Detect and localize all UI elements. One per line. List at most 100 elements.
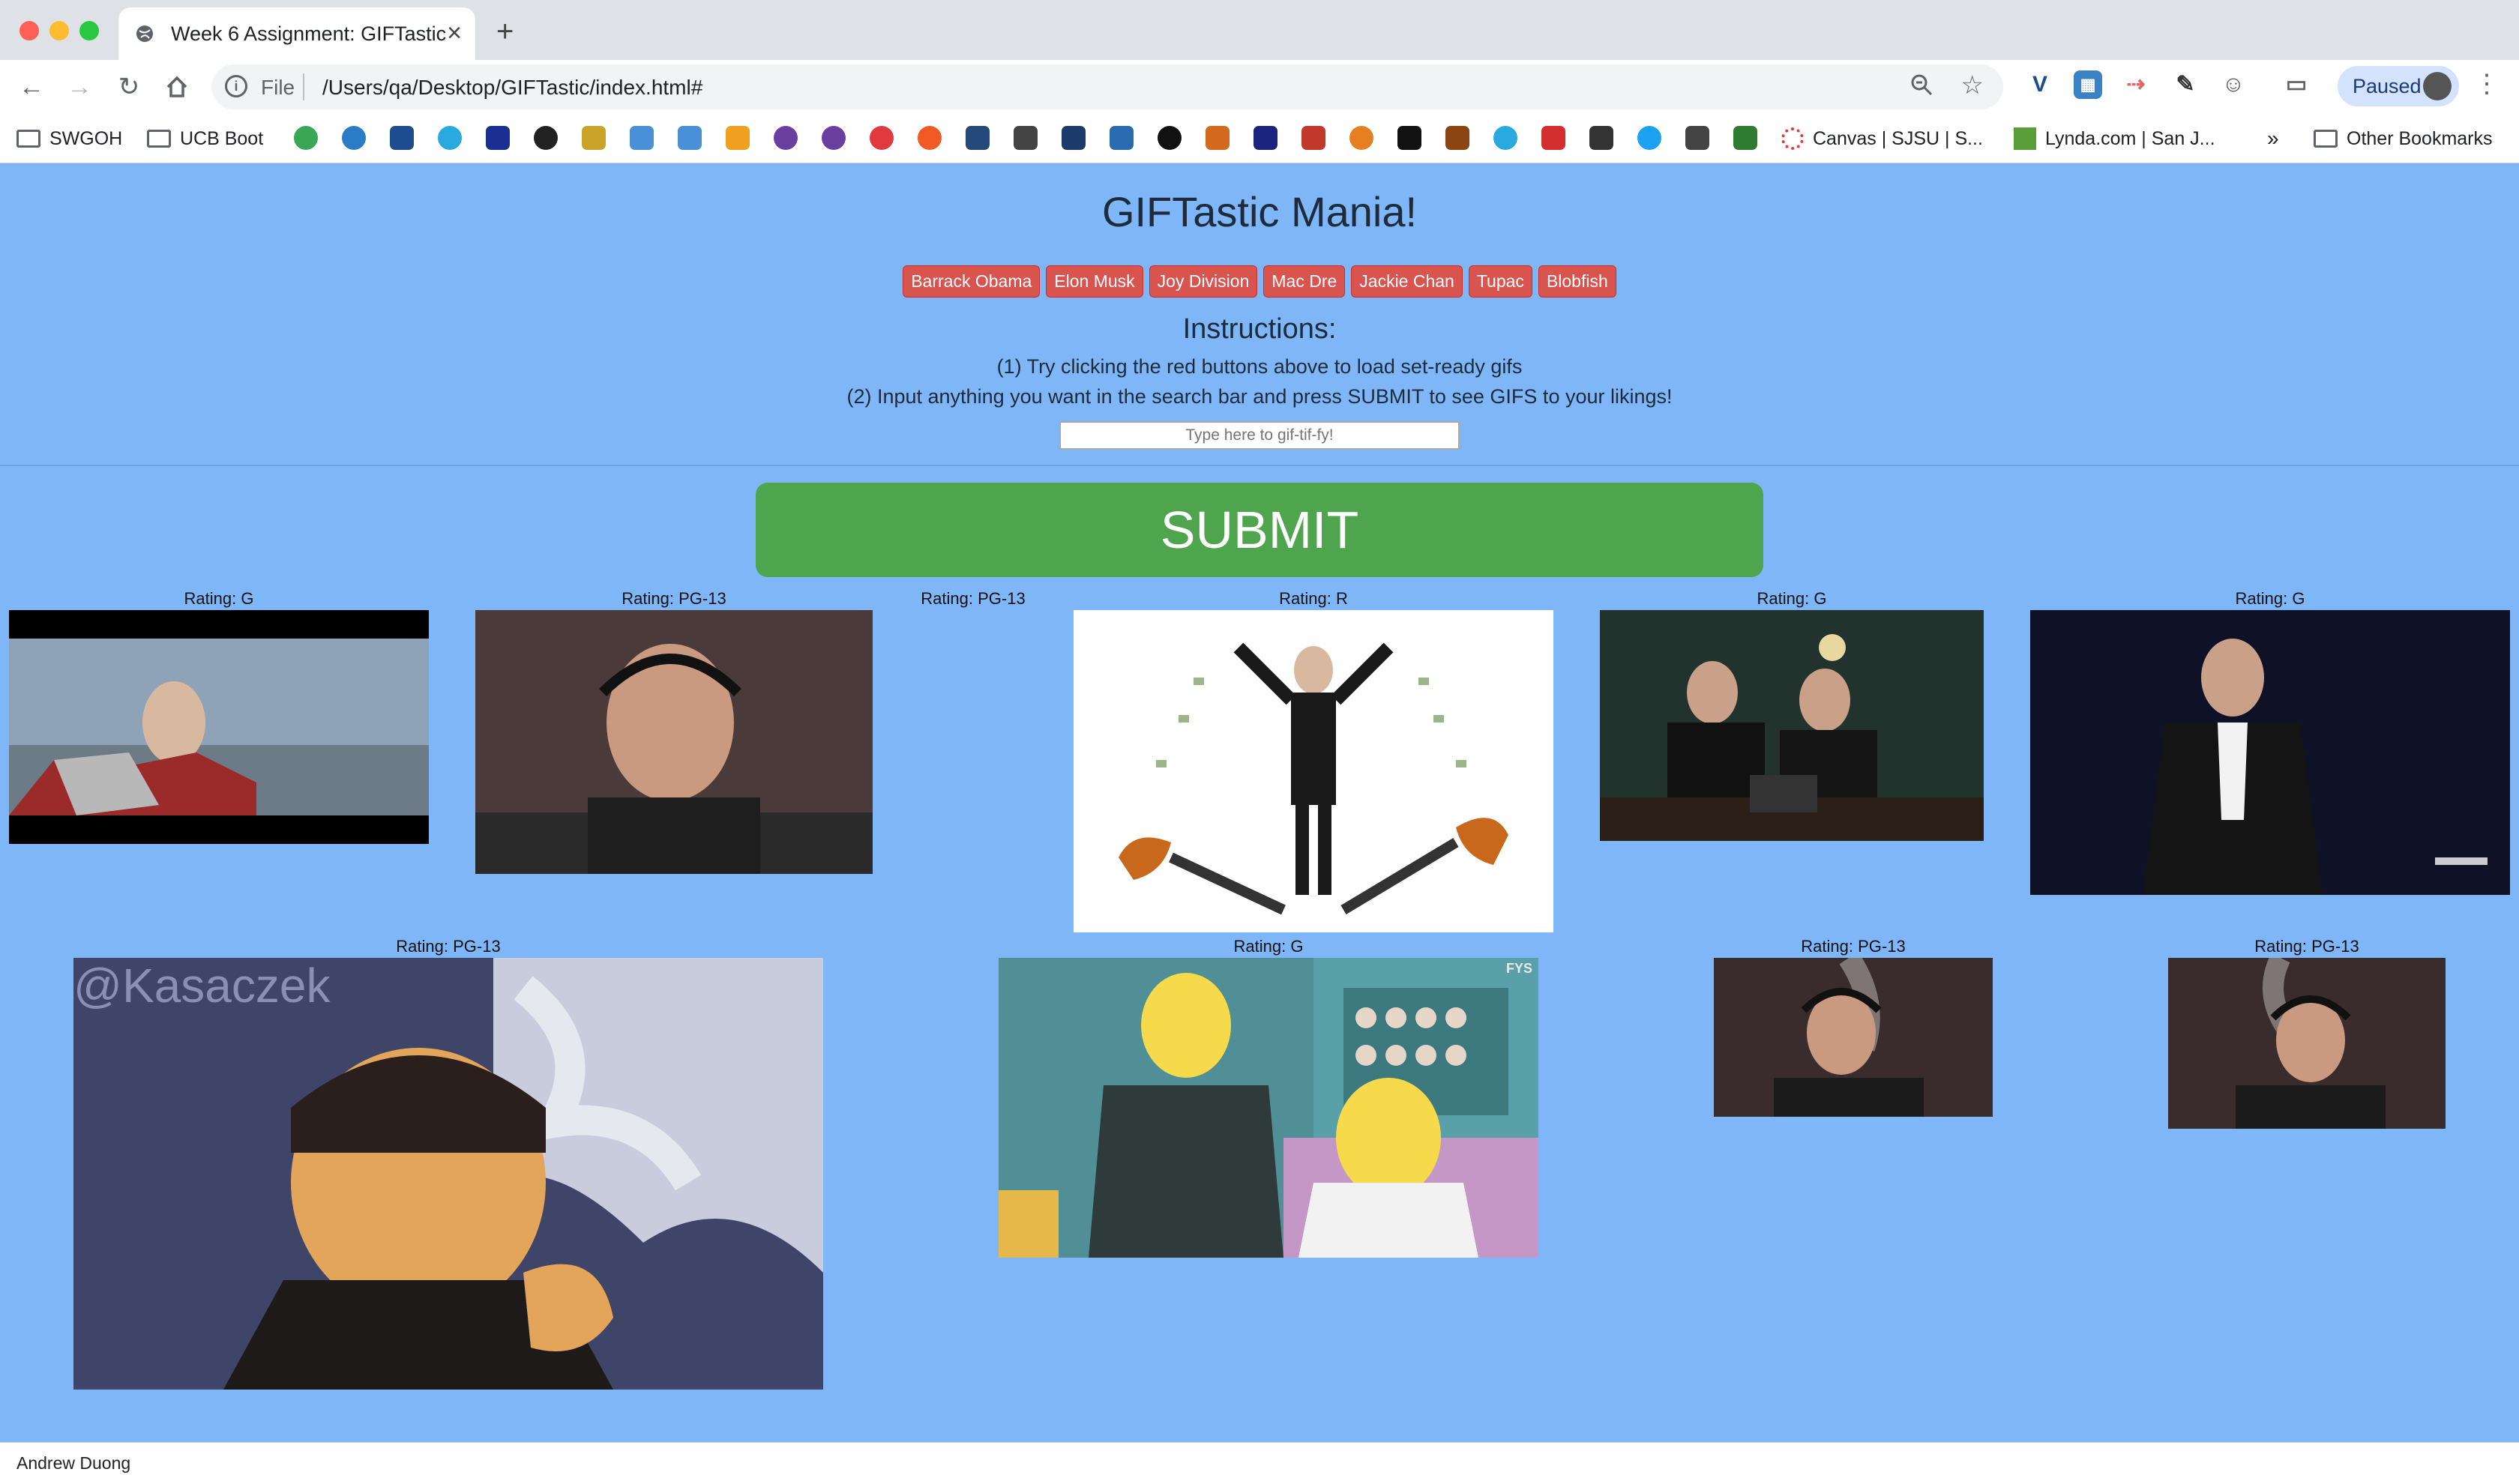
instructions-heading: Instructions: [1182,313,1337,345]
gif-rating: Rating: R [1279,589,1348,608]
bookmark-icon[interactable] [1110,126,1134,150]
minimize-window-button[interactable] [49,21,69,40]
tab-active[interactable]: Week 6 Assignment: GIFTastic × [118,7,475,60]
bookmark-icon[interactable] [1062,126,1086,150]
gif-image[interactable] [1714,958,1993,1117]
tab-title: Week 6 Assignment: GIFTastic [171,22,447,45]
clock-bookmark-icon[interactable] [534,126,558,150]
bookmark-folder-ucb[interactable]: UCB Boot [147,121,263,156]
info-icon[interactable]: i [225,75,247,97]
lock-bookmark-icon[interactable] [582,126,606,150]
url-text[interactable]: /Users/qa/Desktop/GIFTastic/index.html# [322,76,702,100]
topic-button-joy-division[interactable]: Joy Division [1149,265,1258,298]
gif-image[interactable] [2030,610,2510,895]
bookmark-icon[interactable] [1014,126,1038,150]
gif-rating: Rating: G [1233,937,1304,956]
browser-chrome: Week 6 Assignment: GIFTastic × + ← → ↻ i… [0,0,2519,163]
bookmark-canvas[interactable]: Canvas | SJSU | S... [1781,121,1983,156]
bookmark-icon[interactable] [630,126,654,150]
bookmark-icon[interactable] [1397,126,1421,150]
wsj-bookmark-icon[interactable] [1589,126,1613,150]
status-bar: Andrew Duong [0,1442,2519,1484]
gif-image[interactable]: FYS [999,958,1538,1258]
gif-rating: Rating: PG-13 [1801,937,1906,956]
topic-button-barrack-obama[interactable]: Barrack Obama [903,265,1041,298]
bookmark-icon[interactable] [1301,126,1325,150]
basketball-bookmark-icon[interactable] [1349,126,1373,150]
instruction-1: (1) Try clicking the red buttons above t… [996,355,1523,378]
new-tab-icon[interactable]: + [496,16,514,46]
bookmarks-overflow-button[interactable]: » [2267,121,2279,156]
bookmark-icon[interactable] [1206,126,1230,150]
peace-bookmark-icon[interactable] [774,126,798,150]
back-icon[interactable]: ← [13,69,49,105]
drupal-bookmark-icon[interactable] [342,126,366,150]
hangouts-bookmark-icon[interactable] [294,126,318,150]
bookmark-icon[interactable] [1158,126,1182,150]
search-input[interactable] [1059,421,1460,450]
topic-button-row: Barrack Obama Elon Musk Joy Division Mac… [0,265,2519,298]
more-menu-icon[interactable]: ⋮ [2474,69,2500,99]
folder-icon [16,130,40,148]
bookmarks-bar: SWGOH UCB Boot Canvas | SJSU | S... Lynd… [0,114,2519,163]
bookmark-lynda[interactable]: Lynda.com | San J... [2014,121,2215,156]
bookmark-icon[interactable] [1541,126,1565,150]
topic-button-blobfish[interactable]: Blobfish [1538,265,1616,298]
page-content: GIFTastic Mania! Barrack Obama Elon Musk… [0,163,2519,1442]
bookmark-star-icon[interactable]: ☆ [1961,70,1984,100]
bookmark-icon[interactable] [1445,126,1469,150]
gif-image[interactable] [1600,610,1984,841]
tab-manager-extension-icon[interactable]: ▦ [2074,70,2102,99]
att-bookmark-icon[interactable] [438,126,462,150]
bookmark-icon[interactable] [966,126,990,150]
bookmark-label: Other Bookmarks [2347,127,2493,149]
smile-extension-icon[interactable]: ☺ [2219,70,2248,99]
gif-image[interactable] [9,610,429,844]
eyedropper-extension-icon[interactable]: ✎ [2171,70,2200,99]
globe-icon [136,25,153,42]
gif-image[interactable] [2168,958,2446,1129]
share-extension-icon[interactable]: ⇢ [2122,70,2150,99]
bookmark-icon[interactable] [726,126,750,150]
zoom-icon[interactable] [1909,72,1934,97]
bookmark-icon[interactable] [1254,126,1277,150]
submit-button[interactable]: SUBMIT [756,483,1763,577]
reload-icon[interactable]: ↻ [111,69,147,105]
att-bookmark-icon[interactable] [1493,126,1517,150]
home-icon[interactable] [159,69,195,105]
gif-image[interactable] [1074,610,1553,932]
topic-button-mac-dre[interactable]: Mac Dre [1263,265,1346,298]
bookmark-icon[interactable] [870,126,894,150]
topic-button-jackie-chan[interactable]: Jackie Chan [1351,265,1463,298]
close-tab-icon[interactable]: × [447,18,462,48]
profile-button[interactable]: Paused [2338,66,2459,106]
gif-badge: FYS [1505,961,1532,976]
gif-image[interactable] [475,610,873,874]
gif-image[interactable]: @Kasaczek [73,958,823,1390]
bookmark-icon[interactable] [486,126,510,150]
divider [0,465,2519,466]
address-bar[interactable]: i File /Users/qa/Desktop/GIFTastic/index… [211,64,2003,109]
topic-button-tupac[interactable]: Tupac [1468,265,1532,298]
vimeo-bookmark-icon[interactable] [390,126,414,150]
twitter-bookmark-icon[interactable] [1637,126,1661,150]
gif-rating: Rating: G [1757,589,1827,608]
gif-rating: Rating: PG-13 [396,937,501,956]
peace-bookmark-icon[interactable] [822,126,846,150]
bookmark-label: UCB Boot [180,127,264,149]
bookmark-folder-swgoh[interactable]: SWGOH [16,121,122,156]
topic-button-elon-musk[interactable]: Elon Musk [1046,265,1143,298]
bookmark-icon[interactable] [1685,126,1709,150]
url-separator [303,73,304,100]
folder-icon [147,130,171,148]
maximize-window-button[interactable] [79,21,99,40]
forward-icon[interactable]: → [61,69,97,105]
vimeo-extension-icon[interactable]: V [2026,70,2054,99]
bookmark-folder-other[interactable]: Other Bookmarks [2314,121,2493,156]
close-window-button[interactable] [19,21,39,40]
bookmark-icon[interactable] [918,126,942,150]
cast-icon[interactable]: ▭ [2282,70,2311,99]
profile-status-label: Paused [2353,75,2422,97]
bookmark-icon[interactable] [678,126,702,150]
bookmark-icon[interactable] [1733,126,1757,150]
